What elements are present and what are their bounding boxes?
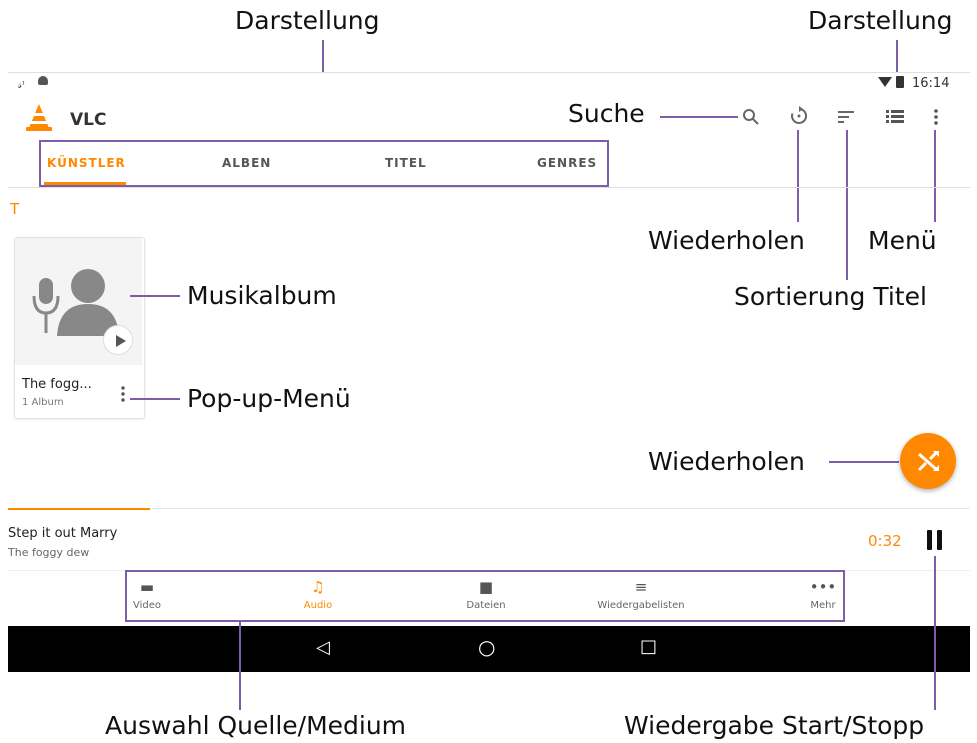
vlc-logo-icon xyxy=(24,102,54,132)
sort-icon[interactable] xyxy=(838,109,856,125)
nav-item-mehr[interactable]: ••• Mehr xyxy=(778,578,868,611)
annotation-menue: Menü xyxy=(868,226,937,255)
play-button-icon[interactable] xyxy=(103,325,133,355)
annotation-line xyxy=(934,556,936,710)
nav-item-audio[interactable]: ♫ Audio xyxy=(273,578,363,611)
status-bar: 𝓈ᶦ 16:14 xyxy=(8,72,970,96)
recents-icon[interactable]: □ xyxy=(640,636,657,657)
signal-icon: 𝓈ᶦ xyxy=(18,78,25,91)
annotation-line xyxy=(130,398,180,400)
status-time: 16:14 xyxy=(912,76,950,91)
annotation-line xyxy=(829,461,899,463)
list-view-icon[interactable] xyxy=(886,109,904,125)
album-subtitle: 1 Album xyxy=(22,397,64,408)
nav-item-label: Video xyxy=(132,600,162,611)
now-playing-artist: The foggy dew xyxy=(8,546,90,559)
annotation-popup-menue: Pop-up-Menü xyxy=(187,384,351,413)
more-horizontal-icon: ••• xyxy=(809,578,837,596)
annotation-suche: Suche xyxy=(568,99,645,128)
nav-item-wiedergabelisten[interactable]: ≡ Wiedergabelisten xyxy=(596,578,686,611)
tabs-divider xyxy=(8,187,970,188)
search-icon[interactable] xyxy=(742,108,760,126)
app-title: VLC xyxy=(70,110,107,130)
nav-item-label: Wiedergabelisten xyxy=(597,600,685,611)
battery-icon xyxy=(896,76,904,88)
section-letter: T xyxy=(10,200,20,218)
nav-item-dateien[interactable]: ■ Dateien xyxy=(441,578,531,611)
annotation-line xyxy=(934,130,936,222)
annotation-line xyxy=(660,116,738,118)
wifi-icon xyxy=(878,77,892,87)
nav-item-label: Audio xyxy=(303,600,333,611)
pause-button-icon[interactable] xyxy=(925,529,945,551)
tab-alben[interactable]: ALBEN xyxy=(222,156,271,170)
annotation-auswahl: Auswahl Quelle/Medium xyxy=(105,711,407,740)
annotation-line xyxy=(846,130,848,280)
music-note-icon: ♫ xyxy=(311,578,325,596)
album-title: The fogg... xyxy=(22,377,92,392)
overflow-menu-icon[interactable] xyxy=(934,108,938,126)
back-icon[interactable]: ◁ xyxy=(316,637,330,658)
popup-menu-icon[interactable] xyxy=(121,386,125,402)
annotation-line xyxy=(130,295,180,297)
tab-genres[interactable]: GENRES xyxy=(537,156,597,170)
tab-kuenstler[interactable]: KÜNSTLER xyxy=(47,156,126,170)
annotation-musikalbum: Musikalbum xyxy=(187,281,337,310)
playback-progress xyxy=(8,508,150,510)
annotation-line xyxy=(797,130,799,222)
annotation-wiederholen-fab: Wiederholen xyxy=(648,447,805,476)
nav-item-label: Mehr xyxy=(810,600,836,611)
nav-item-video[interactable]: ▬ Video xyxy=(102,578,192,611)
shuffle-icon xyxy=(917,450,939,472)
android-icon xyxy=(38,76,48,85)
clapper-icon: ▬ xyxy=(139,578,155,596)
annotation-sortierung: Sortierung Titel xyxy=(734,282,927,311)
annotation-wiederholen-top: Wiederholen xyxy=(648,226,805,255)
home-icon[interactable]: ○ xyxy=(478,635,495,659)
folder-icon: ■ xyxy=(478,578,494,596)
playlist-icon: ≡ xyxy=(634,578,648,596)
annotation-wiedergabe: Wiedergabe Start/Stopp xyxy=(624,711,925,740)
mini-player[interactable] xyxy=(8,508,970,571)
now-playing-time: 0:32 xyxy=(868,532,902,550)
tab-titel[interactable]: TITEL xyxy=(385,156,427,170)
annotation-line xyxy=(239,622,241,710)
tab-indicator xyxy=(44,182,126,185)
nav-item-label: Dateien xyxy=(466,600,506,611)
shuffle-fab-button[interactable] xyxy=(900,433,956,489)
now-playing-title: Step it out Marry xyxy=(8,526,118,541)
repeat-icon[interactable] xyxy=(789,106,809,126)
annotation-darstellung-view: Darstellung xyxy=(808,6,953,35)
annotation-darstellung-tabs: Darstellung xyxy=(235,6,380,35)
